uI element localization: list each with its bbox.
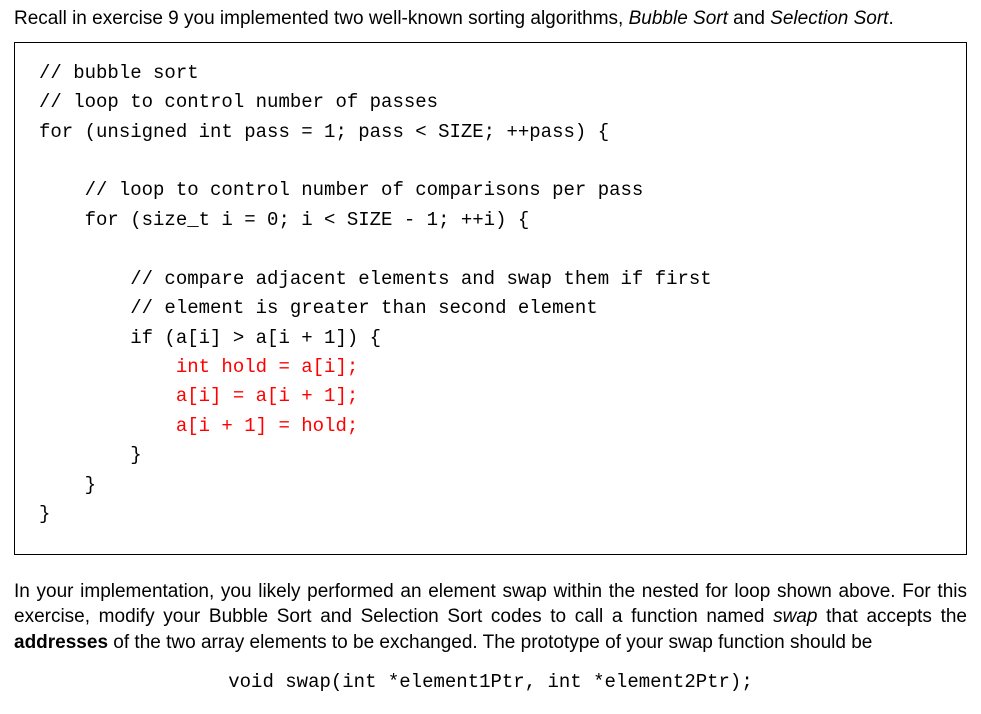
code-line: // loop to control number of passes: [39, 91, 438, 113]
para-text-3: of the two array elements to be exchange…: [108, 632, 872, 653]
code-line: // bubble sort: [39, 62, 199, 84]
code-line: for (unsigned int pass = 1; pass < SIZE;…: [39, 121, 609, 143]
instruction-paragraph: In your implementation, you likely perfo…: [14, 579, 967, 656]
code-line: }: [39, 503, 50, 525]
algorithm-2: Selection Sort: [770, 8, 888, 29]
intro-suffix: .: [888, 8, 893, 29]
swap-line: a[i] = a[i + 1];: [176, 385, 358, 407]
addresses-bold: addresses: [14, 632, 108, 653]
code-line: // element is greater than second elemen…: [39, 297, 598, 319]
para-text-2: that accepts the: [817, 606, 967, 627]
code-line: }: [39, 474, 96, 496]
intro-paragraph: Recall in exercise 9 you implemented two…: [14, 6, 967, 32]
code-box: // bubble sort // loop to control number…: [14, 42, 967, 555]
code-line: if (a[i] > a[i + 1]) {: [39, 327, 381, 349]
intro-prefix: Recall in exercise 9 you implemented two…: [14, 8, 629, 29]
code-line: // compare adjacent elements and swap th…: [39, 268, 712, 290]
code-line: for (size_t i = 0; i < SIZE - 1; ++i) {: [39, 209, 529, 231]
code-indent: [39, 385, 176, 407]
code-indent: [39, 415, 176, 437]
prototype-line: void swap(int *element1Ptr, int *element…: [14, 670, 967, 696]
swap-line: a[i + 1] = hold;: [176, 415, 358, 437]
swap-line: int hold = a[i];: [176, 356, 358, 378]
algorithm-1: Bubble Sort: [629, 8, 728, 29]
code-block: // bubble sort // loop to control number…: [39, 59, 942, 530]
swap-name: swap: [773, 606, 817, 627]
code-indent: [39, 356, 176, 378]
intro-mid: and: [728, 8, 770, 29]
code-line: // loop to control number of comparisons…: [39, 179, 643, 201]
code-line: }: [39, 444, 142, 466]
